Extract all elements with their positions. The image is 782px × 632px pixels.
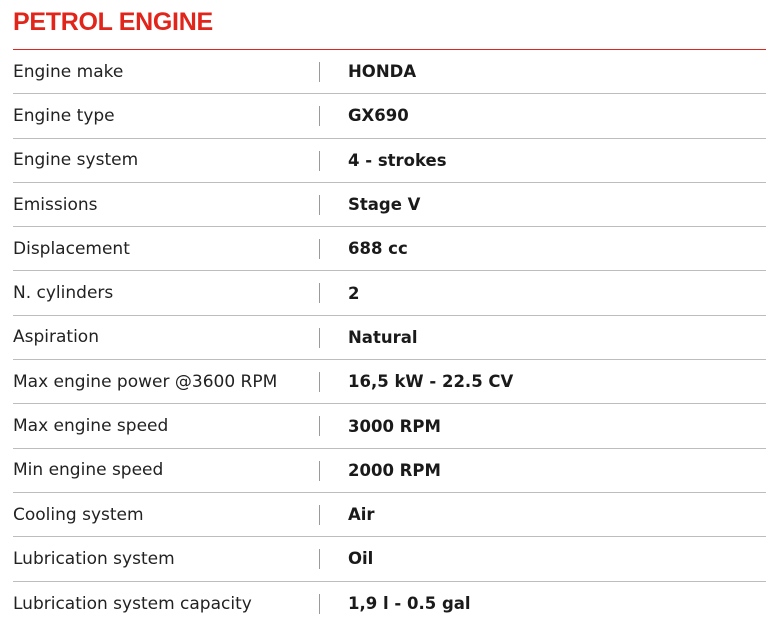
row-label: Engine type — [13, 105, 115, 126]
row-label: Max engine speed — [13, 416, 169, 437]
row-value: HONDA — [348, 62, 417, 82]
table-row: Engine type GX690 — [13, 94, 766, 139]
row-value: 2000 RPM — [348, 460, 441, 480]
row-label: Emissions — [13, 194, 98, 215]
row-label: Lubrication system capacity — [13, 593, 252, 614]
row-value: 16,5 kW - 22.5 CV — [348, 372, 514, 392]
column-separator — [319, 504, 320, 525]
table-row: Max engine speed 3000 RPM — [13, 404, 766, 449]
table-row: Lubrication system capacity 1,9 l - 0.5 … — [13, 582, 766, 626]
table-row: Cooling system Air — [13, 493, 766, 538]
table-row: Engine make HONDA — [13, 50, 766, 95]
column-separator — [319, 372, 320, 393]
table-row: Displacement 688 cc — [13, 227, 766, 272]
spec-table: Engine make HONDA Engine type GX690 Engi… — [13, 50, 766, 626]
row-label: Displacement — [13, 238, 130, 259]
row-value: Natural — [348, 327, 418, 347]
row-label: Engine system — [13, 150, 139, 171]
table-row: Min engine speed 2000 RPM — [13, 449, 766, 493]
column-separator — [319, 416, 320, 437]
table-row: Aspiration Natural — [13, 316, 766, 361]
row-label: Lubrication system — [13, 548, 175, 569]
column-separator — [319, 549, 320, 570]
page-title: PETROL ENGINE — [13, 8, 213, 36]
column-separator — [319, 327, 320, 348]
row-label: Min engine speed — [13, 460, 164, 481]
column-separator — [319, 106, 320, 127]
row-label: Engine make — [13, 61, 124, 82]
row-value: 3000 RPM — [348, 416, 441, 436]
row-value: 688 cc — [348, 239, 408, 259]
row-label: N. cylinders — [13, 283, 114, 304]
column-separator — [319, 150, 320, 171]
row-value: 2 — [348, 283, 360, 303]
row-label: Max engine power @3600 RPM — [13, 371, 278, 392]
column-separator — [319, 593, 320, 614]
column-separator — [319, 194, 320, 215]
table-row: Emissions Stage V — [13, 183, 766, 228]
column-separator — [319, 460, 320, 481]
row-value: Oil — [348, 549, 374, 569]
row-value: 4 - strokes — [348, 150, 447, 170]
row-value: Stage V — [348, 195, 421, 215]
table-row: Max engine power @3600 RPM 16,5 kW - 22.… — [13, 360, 766, 405]
table-row: Engine system 4 - strokes — [13, 139, 766, 183]
column-separator — [319, 239, 320, 260]
column-separator — [319, 283, 320, 304]
table-row: N. cylinders 2 — [13, 271, 766, 316]
row-label: Aspiration — [13, 327, 99, 348]
row-value: 1,9 l - 0.5 gal — [348, 594, 471, 614]
column-separator — [319, 62, 320, 82]
row-label: Cooling system — [13, 504, 144, 525]
table-row: Lubrication system Oil — [13, 537, 766, 582]
row-value: Air — [348, 505, 375, 525]
spec-sheet: PETROL ENGINE Engine make HONDA Engine t… — [0, 0, 782, 632]
row-value: GX690 — [348, 106, 409, 126]
